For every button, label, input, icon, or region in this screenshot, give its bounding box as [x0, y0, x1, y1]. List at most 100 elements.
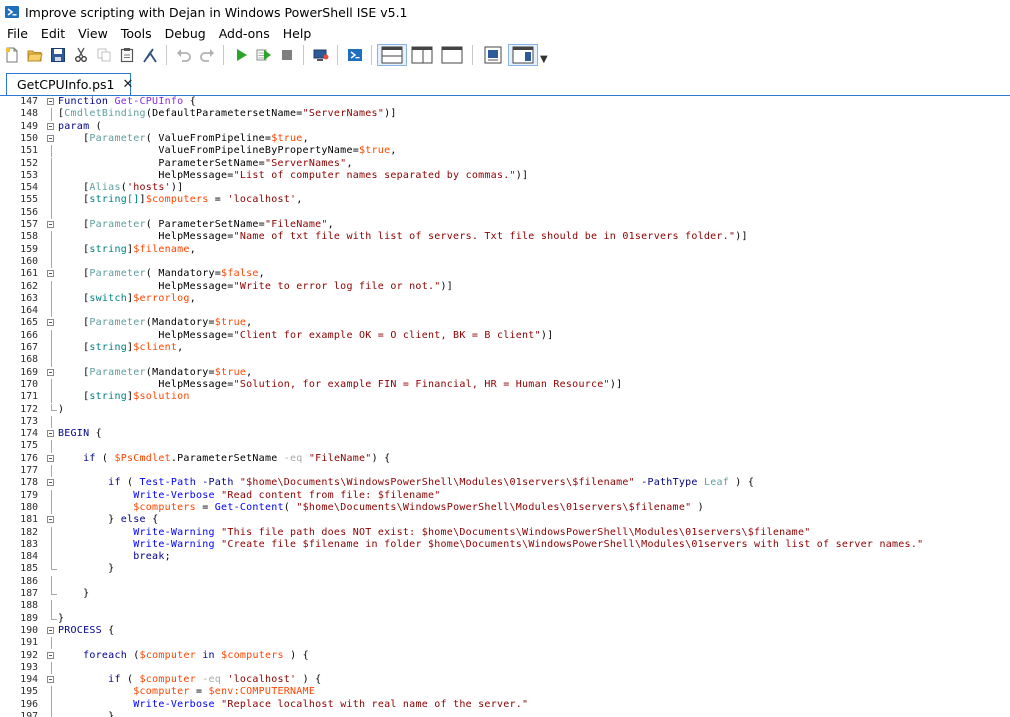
- powershell-console-button[interactable]: [343, 44, 366, 66]
- collapse-icon[interactable]: [47, 651, 54, 659]
- code-line[interactable]: 162 HelpMessage="Write to error log file…: [0, 280, 1010, 293]
- code-line[interactable]: 188: [0, 600, 1010, 613]
- menu-addons[interactable]: Add-ons: [212, 26, 276, 41]
- open-button[interactable]: [23, 44, 46, 66]
- fold-gutter[interactable]: [45, 453, 57, 465]
- script-pane-top-button[interactable]: [377, 44, 407, 66]
- fold-gutter[interactable]: [45, 96, 57, 108]
- code-line[interactable]: 155 [string[]]$computers = 'localhost',: [0, 194, 1010, 207]
- collapse-icon[interactable]: [47, 270, 54, 278]
- code-line[interactable]: 169 [Parameter(Mandatory=$true,: [0, 367, 1010, 379]
- collapse-icon[interactable]: [47, 626, 54, 634]
- remote-powershell-button[interactable]: [309, 44, 332, 66]
- code-line[interactable]: 154 [Alias('hosts')]: [0, 182, 1010, 195]
- paste-button[interactable]: [115, 44, 138, 66]
- menu-file[interactable]: File: [0, 26, 34, 41]
- code-line[interactable]: 168: [0, 354, 1010, 367]
- redo-button[interactable]: [195, 44, 218, 66]
- code-line[interactable]: 174 BEGIN {: [0, 428, 1010, 440]
- code-line[interactable]: 186: [0, 575, 1010, 588]
- collapse-icon[interactable]: [47, 676, 54, 684]
- script-pane-maximized-button[interactable]: [437, 44, 467, 66]
- code-line[interactable]: 181 } else {: [0, 514, 1010, 526]
- code-line[interactable]: 171 [string]$solution: [0, 391, 1010, 404]
- stop-button[interactable]: [275, 44, 298, 66]
- collapse-icon[interactable]: [47, 516, 54, 524]
- close-tab-icon[interactable]: ✕: [123, 77, 134, 92]
- code-line[interactable]: 192 foreach ($computer in $computers ) {: [0, 650, 1010, 662]
- collapse-icon[interactable]: [47, 430, 54, 438]
- code-line[interactable]: 182 Write-Warning "This file path does N…: [0, 526, 1010, 539]
- code-line[interactable]: 165 [Parameter(Mandatory=$true,: [0, 317, 1010, 329]
- code-line[interactable]: 185 }: [0, 563, 1010, 575]
- script-editor[interactable]: 147 Function Get-CPUInfo {148 [CmdletBindi…: [0, 96, 1010, 717]
- collapse-icon[interactable]: [47, 479, 54, 487]
- code-line[interactable]: 163 [switch]$errorlog,: [0, 292, 1010, 306]
- menu-tools[interactable]: Tools: [114, 26, 158, 41]
- fold-gutter[interactable]: [45, 477, 57, 489]
- code-line[interactable]: 176 if ( $PsCmdlet.ParameterSetName -eq …: [0, 453, 1010, 465]
- code-line[interactable]: 184 break;: [0, 551, 1010, 564]
- code-line[interactable]: 177: [0, 465, 1010, 478]
- collapse-icon[interactable]: [47, 221, 54, 228]
- script-pane-right-button[interactable]: [407, 44, 437, 66]
- code-line[interactable]: 152 ParameterSetName="ServerNames",: [0, 157, 1010, 170]
- code-line[interactable]: 147 Function Get-CPUInfo {: [0, 96, 1010, 108]
- fold-gutter[interactable]: [45, 625, 57, 637]
- code-line[interactable]: 178 if ( Test-Path -Path "$home\Document…: [0, 477, 1010, 489]
- code-line[interactable]: 172): [0, 403, 1010, 416]
- fold-gutter[interactable]: [45, 121, 57, 133]
- tab-getcpuinfo[interactable]: GetCPUInfo.ps1 ✕: [6, 73, 134, 95]
- code-line[interactable]: 173: [0, 415, 1010, 429]
- run-script-button[interactable]: [229, 44, 252, 66]
- save-button[interactable]: [46, 44, 69, 66]
- fold-gutter[interactable]: [45, 219, 57, 231]
- code-line[interactable]: 160: [0, 255, 1010, 269]
- fold-gutter[interactable]: [45, 428, 57, 440]
- collapse-icon[interactable]: [47, 134, 54, 142]
- command-addon-button[interactable]: [478, 44, 508, 66]
- code-line[interactable]: 157 [Parameter( ParameterSetName="FileNa…: [0, 219, 1010, 231]
- code-line[interactable]: 158 HelpMessage="Name of txt file with l…: [0, 231, 1010, 244]
- code-line[interactable]: 148 [CmdletBinding(DefaultParametersetNam…: [0, 108, 1010, 121]
- code-line[interactable]: 150 [Parameter( ValueFromPipeline=$true,: [0, 133, 1010, 145]
- code-line[interactable]: 170 HelpMessage="Solution, for example F…: [0, 378, 1010, 392]
- menu-debug[interactable]: Debug: [158, 26, 212, 41]
- collapse-icon[interactable]: [47, 319, 54, 327]
- menu-view[interactable]: View: [71, 26, 114, 41]
- code-line[interactable]: 179 Write-Verbose "Read content from fil…: [0, 489, 1010, 502]
- menu-help[interactable]: Help: [276, 26, 318, 41]
- code-line[interactable]: 149 param (: [0, 121, 1010, 133]
- code-line[interactable]: 187 }: [0, 588, 1010, 600]
- code-line[interactable]: 156: [0, 206, 1010, 219]
- fold-gutter[interactable]: [45, 514, 57, 526]
- code-line[interactable]: 151 ValueFromPipelineByPropertyName=$tru…: [0, 145, 1010, 158]
- undo-button[interactable]: [172, 44, 195, 66]
- collapse-icon[interactable]: [47, 368, 54, 376]
- code-line[interactable]: 153 HelpMessage="List of computer names …: [0, 169, 1010, 183]
- code-line[interactable]: 166 HelpMessage="Client for example OK =…: [0, 329, 1010, 342]
- collapse-icon[interactable]: [47, 122, 54, 130]
- cut-button[interactable]: [69, 44, 92, 66]
- fold-gutter[interactable]: [45, 367, 57, 379]
- code-line[interactable]: 180 $computers = Get-Content( "$home\Doc…: [0, 501, 1010, 515]
- fold-gutter[interactable]: [45, 674, 57, 686]
- toolbar-overflow-icon[interactable]: ▼: [540, 54, 548, 65]
- collapse-icon[interactable]: [47, 454, 54, 462]
- run-selection-button[interactable]: [252, 44, 275, 66]
- show-command-window-button[interactable]: [508, 44, 538, 66]
- code-line[interactable]: 190 PROCESS {: [0, 625, 1010, 637]
- fold-gutter[interactable]: [45, 650, 57, 662]
- code-line[interactable]: 191: [0, 637, 1010, 650]
- menu-edit[interactable]: Edit: [34, 26, 71, 41]
- code-line[interactable]: 161 [Parameter( Mandatory=$false,: [0, 268, 1010, 280]
- code-line[interactable]: 159 [string]$filename,: [0, 243, 1010, 256]
- copy-button[interactable]: [92, 44, 115, 66]
- code-line[interactable]: 189}: [0, 612, 1010, 625]
- code-line[interactable]: 164: [0, 305, 1010, 318]
- code-line[interactable]: 175: [0, 440, 1010, 453]
- fold-gutter[interactable]: [45, 133, 57, 145]
- code-line[interactable]: 196 Write-Verbose "Replace localhost wit…: [0, 698, 1010, 711]
- code-line[interactable]: 167 [string]$client,: [0, 342, 1010, 355]
- code-line[interactable]: 193: [0, 661, 1010, 675]
